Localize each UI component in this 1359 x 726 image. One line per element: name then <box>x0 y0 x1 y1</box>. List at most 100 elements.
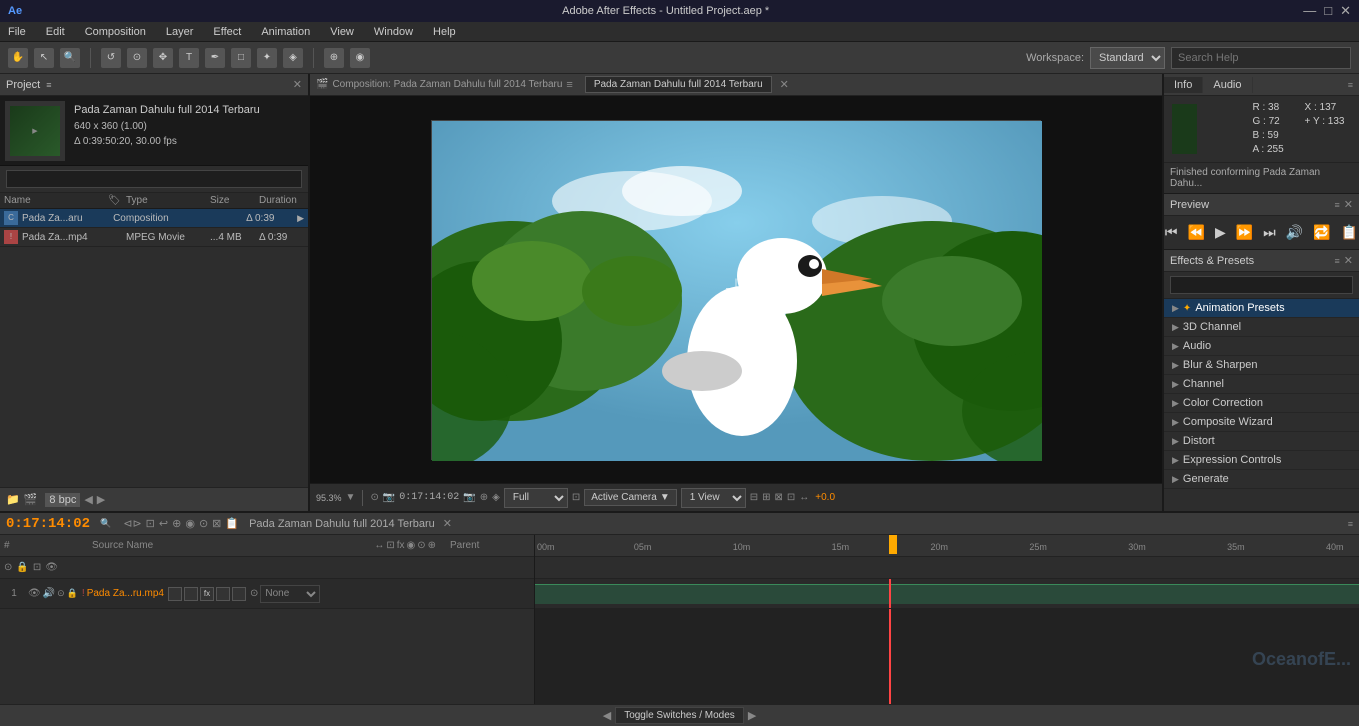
track-bar[interactable] <box>535 584 1359 604</box>
maximize-button[interactable]: □ <box>1324 3 1332 19</box>
menu-edit[interactable]: Edit <box>42 24 69 40</box>
vc-icon5[interactable]: ◈ <box>492 492 500 503</box>
timeline-tab-close[interactable]: ✕ <box>443 517 452 530</box>
prev-arrow[interactable]: ◀ <box>84 493 92 506</box>
vc-icon3[interactable]: 📷 <box>463 492 475 503</box>
tool-extra2[interactable]: ◉ <box>350 48 370 68</box>
vc-view-mode[interactable]: 1 View 2 Views 4 Views <box>681 488 746 508</box>
effect-generate[interactable]: ▶ Generate <box>1164 470 1359 489</box>
effect-blur-sharpen[interactable]: ▶ Blur & Sharpen <box>1164 356 1359 375</box>
search-input[interactable] <box>1171 47 1351 69</box>
tool-text[interactable]: T <box>179 48 199 68</box>
tl-ctrl5[interactable]: ◉ <box>185 517 195 530</box>
info-panel-menu[interactable]: ≡ <box>1342 80 1359 90</box>
layer-solo[interactable]: ⊡ <box>33 562 41 573</box>
effect-audio[interactable]: ▶ Audio <box>1164 337 1359 356</box>
lh-icon6[interactable]: ⊕ <box>428 540 436 551</box>
project-search-input[interactable] <box>6 170 302 188</box>
minimize-button[interactable]: — <box>1303 3 1316 19</box>
preview-extra[interactable]: 📋 <box>1339 222 1359 243</box>
tl-prev-arrow[interactable]: ◀ <box>603 709 611 722</box>
lh-icon2[interactable]: ⊡ <box>386 540 394 551</box>
layer-solo-btn[interactable]: ⊙ <box>57 588 65 599</box>
effect-channel[interactable]: ▶ Channel <box>1164 375 1359 394</box>
tl-ctrl7[interactable]: ⊠ <box>212 517 221 530</box>
effect-animation-presets[interactable]: ▶ ✦ Animation Presets <box>1164 299 1359 318</box>
tl-ctrl6[interactable]: ⊙ <box>199 517 208 530</box>
layer-lock-btn[interactable]: 🔒 <box>67 588 78 599</box>
vc-icon9[interactable]: ⊠ <box>775 492 783 503</box>
vc-quality[interactable]: Full Half Quarter <box>504 488 568 508</box>
layer-row-1[interactable]: 1 👁 🔊 ⊙ 🔒 ! Pada Za...ru.mp4 fx <box>0 579 534 609</box>
tab-audio[interactable]: Audio <box>1203 77 1252 93</box>
sw-collapse[interactable] <box>168 587 182 601</box>
effect-distort[interactable]: ▶ Distort <box>1164 432 1359 451</box>
bpc-indicator[interactable]: 8 bpc <box>45 493 80 507</box>
tool-extra1[interactable]: ⊕ <box>324 48 344 68</box>
active-camera-dropdown[interactable]: Active Camera ▼ <box>584 489 676 506</box>
sw-motion-blur[interactable] <box>216 587 230 601</box>
tl-ctrl3[interactable]: ↩ <box>159 517 168 530</box>
project-panel-close[interactable]: ✕ <box>293 78 302 91</box>
preview-next[interactable]: ⏩ <box>1234 222 1255 243</box>
menu-view[interactable]: View <box>326 24 358 40</box>
layer-eye[interactable]: 👁 <box>45 562 58 573</box>
sw-3d[interactable] <box>232 587 246 601</box>
effect-expression-controls[interactable]: ▶ Expression Controls <box>1164 451 1359 470</box>
tool-pan[interactable]: ✥ <box>153 48 173 68</box>
new-folder-icon[interactable]: 📁 <box>6 493 20 506</box>
preview-panel-close[interactable]: ✕ <box>1344 198 1353 211</box>
toggle-switches-modes[interactable]: Toggle Switches / Modes <box>615 707 744 724</box>
comp-tab[interactable]: Pada Zaman Dahulu full 2014 Terbaru <box>585 76 772 93</box>
preview-play[interactable]: ▶ <box>1213 222 1228 243</box>
menu-window[interactable]: Window <box>370 24 417 40</box>
workspace-select[interactable]: Standard <box>1090 47 1165 69</box>
new-comp-icon[interactable]: 🎬 <box>24 493 38 506</box>
menu-effect[interactable]: Effect <box>209 24 245 40</box>
vc-icon2[interactable]: 📷 <box>383 492 395 503</box>
comp-tab-close[interactable]: ✕ <box>780 78 789 91</box>
effect-3d-channel[interactable]: ▶ 3D Channel <box>1164 318 1359 337</box>
vc-zoom-arrow[interactable]: ▼ <box>346 492 356 503</box>
yellow-marker[interactable] <box>889 535 897 554</box>
timeline-panel-menu[interactable]: ≡ <box>1348 519 1353 529</box>
file-item-comp[interactable]: C Pada Za...aru Composition Δ 0:39 ▶ <box>0 209 308 228</box>
preview-audio[interactable]: 🔊 <box>1284 222 1305 243</box>
preview-first[interactable]: ⏮ <box>1163 222 1180 243</box>
tl-ctrl4[interactable]: ⊕ <box>172 517 181 530</box>
effect-composite-wizard[interactable]: ▶ Composite Wizard <box>1164 413 1359 432</box>
tool-zoom[interactable]: 🔍 <box>60 48 80 68</box>
sw-quality[interactable] <box>184 587 198 601</box>
tool-rotate[interactable]: ↺ <box>101 48 121 68</box>
vc-icon10[interactable]: ⊡ <box>787 492 795 503</box>
preview-last[interactable]: ⏭ <box>1261 222 1278 243</box>
lh-icon5[interactable]: ⊙ <box>417 540 425 551</box>
time-ruler[interactable]: 00m 05m 10m 15m 20m 25m 30m 35m 40m <box>535 535 1359 557</box>
tool-puppet[interactable]: ◈ <box>283 48 303 68</box>
tl-next-arrow[interactable]: ▶ <box>748 709 756 722</box>
lh-icon1[interactable]: ↔ <box>374 540 384 551</box>
vc-icon4[interactable]: ⊕ <box>480 492 488 503</box>
comp-panel-menu[interactable]: ≡ <box>566 79 572 91</box>
timeline-search[interactable]: 🔍 <box>100 518 111 529</box>
menu-animation[interactable]: Animation <box>257 24 314 40</box>
menu-help[interactable]: Help <box>429 24 460 40</box>
effect-color-correction[interactable]: ▶ Color Correction <box>1164 394 1359 413</box>
tl-ctrl2[interactable]: ⊡ <box>146 517 155 530</box>
tl-ctrl8[interactable]: 📋 <box>225 517 239 530</box>
effects-search-input[interactable] <box>1170 276 1353 294</box>
sw-effects[interactable]: fx <box>200 587 214 601</box>
menu-composition[interactable]: Composition <box>81 24 150 40</box>
next-arrow[interactable]: ▶ <box>97 493 105 506</box>
vc-icon11[interactable]: ↔ <box>799 492 809 503</box>
layer-lock[interactable]: 🔒 <box>16 562 28 573</box>
layer-audio-icon[interactable]: 🔊 <box>43 588 55 599</box>
layer-visibility[interactable]: 👁 <box>28 588 41 599</box>
tab-info[interactable]: Info <box>1164 77 1203 93</box>
lh-icon4[interactable]: ◉ <box>406 540 415 551</box>
vc-icon8[interactable]: ⊞ <box>762 492 770 503</box>
effects-panel-menu[interactable]: ≡ <box>1335 256 1340 266</box>
layer-collapse[interactable]: ⊙ <box>4 562 12 573</box>
menu-layer[interactable]: Layer <box>162 24 198 40</box>
panel-menu-icon[interactable]: ≡ <box>46 80 51 90</box>
